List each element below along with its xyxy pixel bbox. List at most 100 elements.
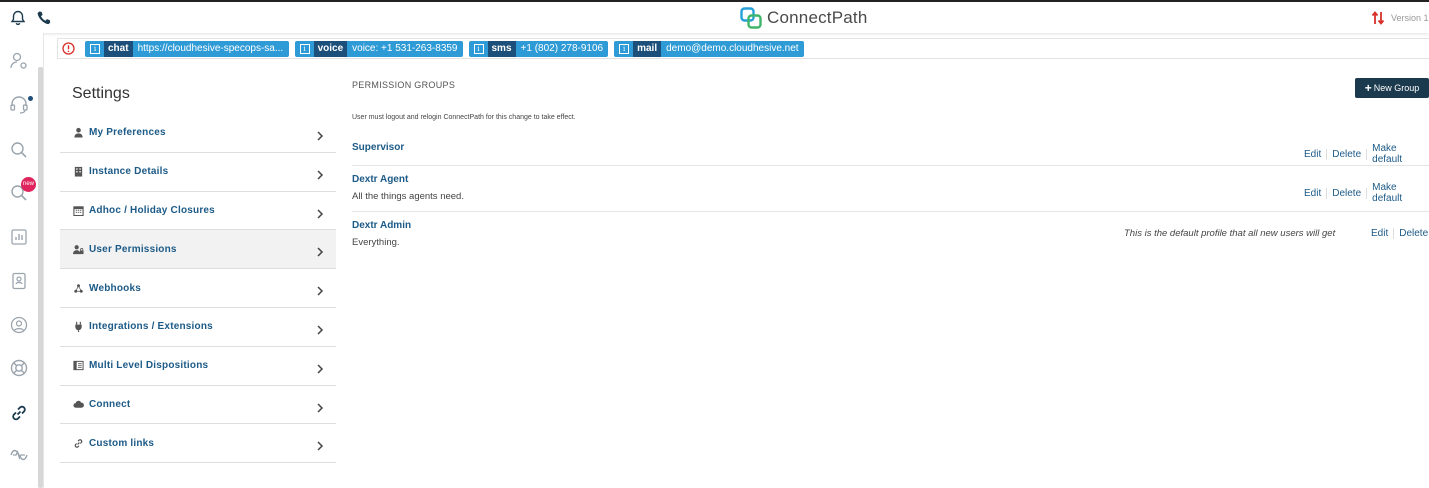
divider — [1326, 148, 1328, 160]
edit-link[interactable]: Edit — [1371, 228, 1388, 239]
channel-value: voice: +1 531-263-8359 — [352, 42, 458, 54]
permission-group-row: Dextr Agent All the things agents need. … — [352, 174, 1429, 212]
delete-link[interactable]: Delete — [1399, 228, 1428, 239]
channel-kind: voice — [313, 40, 348, 57]
group-actions: Edit Delete Make default — [1304, 143, 1429, 165]
delete-link[interactable]: Delete — [1332, 188, 1361, 199]
link-icon[interactable] — [9, 403, 29, 423]
list-icon — [72, 360, 84, 372]
edit-link[interactable]: Edit — [1304, 149, 1321, 160]
menu-item-custom-links[interactable]: Custom links — [60, 424, 336, 464]
menu-item-label: User Permissions — [89, 243, 177, 255]
menu-item-label: My Preferences — [89, 127, 166, 139]
info-icon: i — [619, 43, 630, 54]
chat-channel-chip[interactable]: i chat https://cloudhesive-specops-sa... — [85, 40, 289, 57]
make-default-link[interactable]: Make default — [1372, 182, 1429, 204]
voice-channel-chip[interactable]: i voice voice: +1 531-263-8359 — [294, 40, 463, 57]
building-icon — [72, 166, 84, 178]
new-group-button[interactable]: + New Group — [1355, 78, 1429, 98]
headset-icon[interactable] — [9, 95, 29, 115]
calendar-icon — [72, 204, 84, 216]
menu-item-my-preferences[interactable]: My Preferences — [60, 114, 336, 153]
alert-icon[interactable] — [62, 42, 75, 55]
menu-item-label: Custom links — [89, 437, 155, 449]
permission-groups-title: PERMISSION GROUPS — [352, 80, 456, 90]
scrollbar[interactable] — [38, 67, 43, 488]
user-settings-icon[interactable] — [9, 51, 29, 71]
menu-item-user-permissions[interactable]: User Permissions — [60, 230, 336, 270]
divider — [1393, 228, 1395, 239]
sort-arrows-icon[interactable] — [1371, 10, 1385, 26]
top-bar: ConnectPath Version 1.5 — [0, 0, 1429, 33]
menu-item-label: Integrations / Extensions — [89, 321, 213, 333]
search-icon[interactable] — [9, 140, 29, 160]
info-icon: i — [90, 43, 100, 54]
chevron-right-icon — [316, 128, 324, 141]
contacts-book-icon[interactable] — [9, 271, 29, 291]
reports-icon[interactable] — [9, 227, 29, 247]
group-actions: Edit Delete — [1371, 228, 1428, 239]
chevron-right-icon — [316, 438, 324, 451]
plug-icon — [72, 321, 84, 333]
link-icon — [72, 437, 84, 449]
permission-group-row: Supervisor Edit Delete Make default — [352, 142, 1429, 166]
menu-item-instance-details[interactable]: Instance Details — [60, 153, 336, 192]
left-nav: new — [0, 33, 44, 488]
menu-item-adhoc-holiday-closures[interactable]: Adhoc / Holiday Closures — [60, 192, 336, 231]
chevron-right-icon — [316, 206, 324, 219]
version-area: Version 1.5 — [1371, 10, 1429, 26]
brand-name: ConnectPath — [767, 8, 868, 27]
group-name[interactable]: Dextr Agent — [352, 174, 1429, 185]
menu-item-label: Multi Level Dispositions — [89, 360, 209, 372]
chevron-right-icon — [316, 283, 324, 296]
users-lock-icon — [72, 243, 84, 255]
channel-bar: i chat https://cloudhesive-specops-sa...… — [57, 38, 1429, 59]
info-icon: i — [473, 43, 484, 54]
permission-group-row: Dextr Admin Everything. This is the defa… — [352, 220, 1429, 256]
relogin-notice: User must logout and relogin ConnectPath… — [352, 114, 576, 121]
chevron-right-icon — [316, 167, 324, 180]
settings-title: Settings — [72, 85, 130, 102]
notification-dot — [28, 96, 33, 101]
brand: ConnectPath — [740, 7, 868, 29]
channel-kind: mail — [633, 40, 662, 57]
chevron-right-icon — [316, 244, 324, 257]
info-icon: i — [299, 43, 310, 54]
channel-kind: sms — [487, 40, 516, 57]
user-icon — [72, 127, 84, 139]
new-group-label: New Group — [1373, 83, 1420, 93]
channel-value: https://cloudhesive-specops-sa... — [137, 42, 284, 54]
menu-item-label: Connect — [89, 398, 131, 410]
menu-item-label: Instance Details — [89, 166, 169, 178]
sms-channel-chip[interactable]: i sms +1 (802) 278-9106 — [468, 40, 609, 57]
channel-value: +1 (802) 278-9106 — [520, 42, 604, 54]
version-text: Version 1.5 — [1391, 13, 1429, 23]
plus-icon: + — [1364, 81, 1372, 95]
divider — [1366, 187, 1368, 199]
menu-item-integrations-extensions[interactable]: Integrations / Extensions — [60, 308, 336, 347]
phone-icon[interactable] — [36, 10, 52, 26]
profile-circle-icon[interactable] — [9, 315, 29, 335]
menu-item-label: Webhooks — [89, 282, 141, 294]
lifebuoy-icon[interactable] — [9, 358, 29, 378]
group-description: All the things agents need. — [352, 191, 464, 202]
menu-item-connect[interactable]: Connect — [60, 386, 336, 425]
make-default-link[interactable]: Make default — [1372, 143, 1429, 165]
delete-link[interactable]: Delete — [1332, 149, 1361, 160]
cloud-icon — [72, 398, 84, 410]
default-profile-note: This is the default profile that all new… — [1124, 228, 1336, 239]
menu-item-multi-level-dispositions[interactable]: Multi Level Dispositions — [60, 347, 336, 386]
activity-icon[interactable] — [9, 445, 29, 465]
group-name[interactable]: Supervisor — [352, 142, 1429, 153]
edit-link[interactable]: Edit — [1304, 188, 1321, 199]
chevron-right-icon — [316, 400, 324, 413]
group-actions: Edit Delete Make default — [1304, 182, 1429, 204]
channel-value: demo@demo.cloudhesive.net — [666, 42, 799, 54]
bell-icon[interactable] — [10, 10, 26, 26]
menu-item-webhooks[interactable]: Webhooks — [60, 269, 336, 308]
mail-channel-chip[interactable]: i mail demo@demo.cloudhesive.net — [614, 40, 804, 57]
chevron-right-icon — [316, 322, 324, 335]
chevron-right-icon — [316, 361, 324, 374]
settings-menu: My Preferences Instance Details Adhoc / … — [60, 114, 336, 464]
divider — [1366, 148, 1368, 160]
